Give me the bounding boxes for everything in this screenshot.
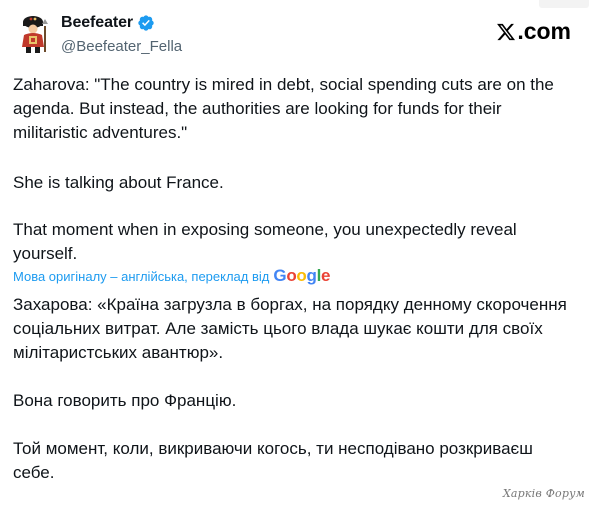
translated-paragraph-2: Вона говорить про Францію. (13, 391, 237, 410)
x-logo-icon (497, 23, 516, 40)
author-display-name[interactable]: Beefeater (61, 14, 133, 32)
watermark: Харків Форум (502, 487, 585, 500)
logo-domain-text: .com (517, 18, 571, 44)
translated-paragraph-1: Захарова: «Країна загрузла в боргах, на … (13, 295, 567, 362)
translation-attribution[interactable]: Мова оригіналу – англійська, переклад ві… (13, 266, 330, 286)
verified-badge-icon (138, 15, 154, 31)
original-paragraph-1: Zaharova: "The country is mired in debt,… (13, 75, 554, 142)
original-paragraph-2: She is talking about France. (13, 173, 224, 192)
translated-paragraph-3: Той момент, коли, викриваючи когось, ти … (13, 439, 533, 482)
author-handle[interactable]: @Beefeater_Fella (61, 38, 182, 55)
avatar[interactable] (14, 14, 52, 54)
original-paragraph-3: That moment when in exposing someone, yo… (13, 220, 517, 263)
beefeater-guard-icon (22, 16, 48, 53)
tweet-header: Beefeater @Beefeater_Fella .com (0, 0, 593, 64)
x-com-logo: .com (496, 18, 571, 45)
google-logo: Google (273, 266, 331, 285)
translation-label[interactable]: Мова оригіналу – англійська, переклад ві… (13, 269, 269, 284)
